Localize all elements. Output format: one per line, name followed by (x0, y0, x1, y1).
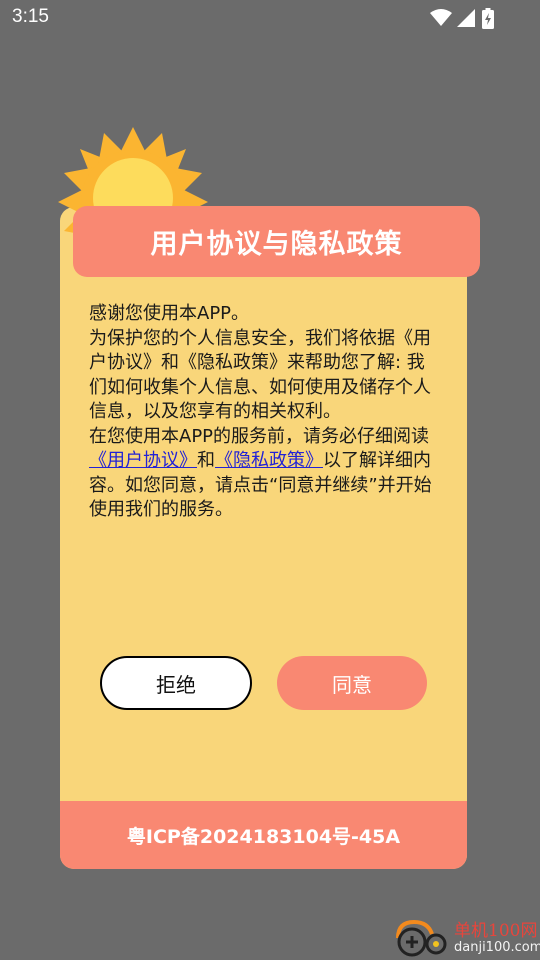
wifi-icon (430, 9, 452, 26)
site-watermark: 单机100网 danji100.com (392, 914, 540, 960)
status-icons (430, 8, 500, 30)
intro-text: 感谢您使用本APP。 (89, 303, 250, 324)
privacy-explanation-text: 为保护您的个人信息安全，我们将依据《用户协议》和《隐私政策》来帮助您了解: 我们… (89, 327, 431, 423)
watermark-logo-icon (396, 919, 447, 957)
agree-button-label: 同意 (332, 672, 372, 697)
watermark-title: 单机100网 (454, 921, 538, 941)
dialog-body: 感谢您使用本APP。 为保护您的个人信息安全，我们将依据《用户协议》和《隐私政策… (89, 302, 441, 523)
instructions-and: 和 (197, 450, 215, 471)
icp-number: 粤ICP备2024183104号-45A (126, 825, 401, 848)
status-bar: 3:15 (0, 0, 540, 36)
user-agreement-link[interactable]: 《用户协议》 (89, 450, 197, 471)
privacy-policy-link[interactable]: 《隐私政策》 (215, 450, 323, 471)
battery-charging-icon (482, 8, 494, 29)
status-time: 3:15 (12, 6, 49, 27)
dialog-title: 用户协议与隐私政策 (150, 229, 403, 260)
dialog-header: 用户协议与隐私政策 (73, 206, 480, 277)
reading-instructions: 在您使用本APP的服务前，请务必仔细阅读《用户协议》和《隐私政策》以了解详细内容… (89, 425, 441, 523)
reject-button[interactable]: 拒绝 (100, 656, 252, 710)
watermark-url: danji100.com (454, 940, 540, 955)
agree-button[interactable]: 同意 (277, 656, 427, 710)
signal-icon (457, 9, 475, 27)
reject-button-label: 拒绝 (156, 672, 196, 697)
instructions-prefix: 在您使用本APP的服务前，请务必仔细阅读 (89, 425, 430, 447)
icp-footer: 粤ICP备2024183104号-45A (60, 801, 467, 869)
